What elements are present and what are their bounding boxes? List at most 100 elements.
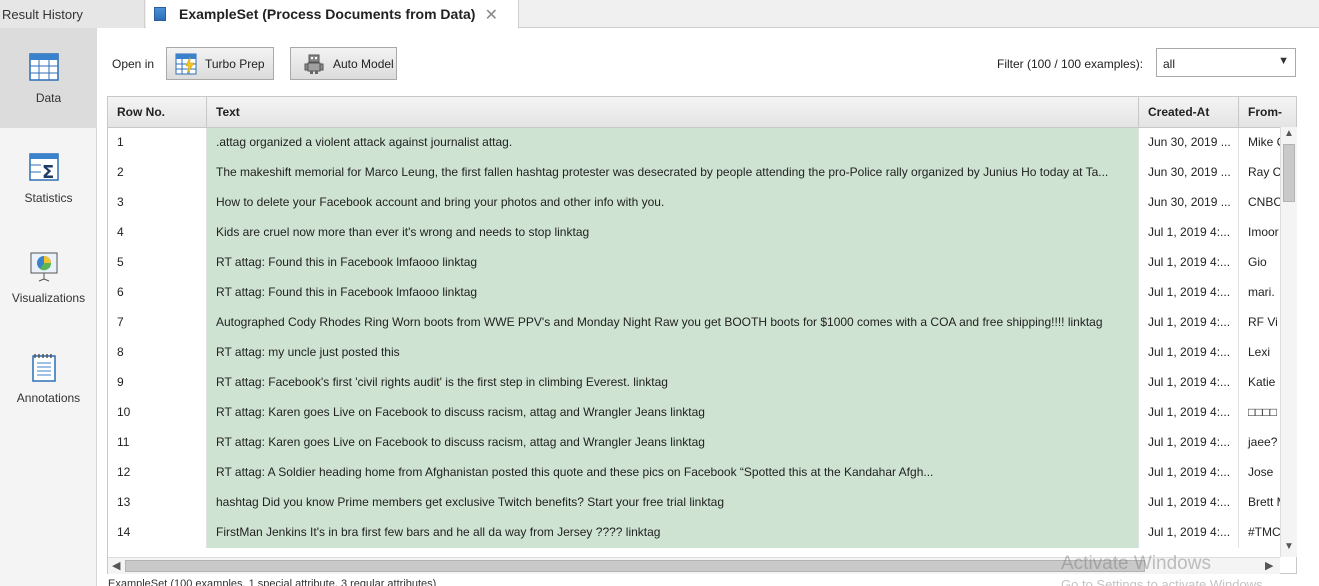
tab-result-history[interactable]: Result History: [0, 0, 145, 28]
table-row[interactable]: 10 RT attag: Karen goes Live on Facebook …: [108, 398, 1296, 428]
cell-text[interactable]: RT attag: A Soldier heading home from Af…: [207, 458, 1139, 488]
cell-text[interactable]: The makeshift memorial for Marco Leung, …: [207, 158, 1139, 188]
table-header: Row No. Text Created-At From-: [108, 97, 1296, 128]
cell-row-no[interactable]: 3: [108, 188, 207, 218]
cell-created-at[interactable]: Jun 30, 2019 ...: [1139, 188, 1239, 218]
cell-row-no[interactable]: 10: [108, 398, 207, 428]
cell-row-no[interactable]: 6: [108, 278, 207, 308]
cell-row-no[interactable]: 14: [108, 518, 207, 548]
table-row[interactable]: 6 RT attag: Found this in Facebook lmfaoo…: [108, 278, 1296, 308]
turbo-prep-button[interactable]: Turbo Prep: [166, 47, 274, 80]
column-header-created-at[interactable]: Created-At: [1139, 97, 1239, 128]
svg-text:Σ: Σ: [42, 162, 54, 182]
notepad-icon: [32, 354, 56, 382]
cell-row-no[interactable]: 8: [108, 338, 207, 368]
table-row[interactable]: 5 RT attag: Found this in Facebook lmfaoo…: [108, 248, 1296, 278]
vertical-scroll-thumb[interactable]: [1283, 144, 1295, 202]
data-table: Row No. Text Created-At From- 1 .attag or…: [107, 96, 1297, 574]
cell-created-at[interactable]: Jul 1, 2019 4:...: [1139, 248, 1239, 278]
cell-text[interactable]: RT attag: my uncle just posted this: [207, 338, 1139, 368]
cell-created-at[interactable]: Jul 1, 2019 4:...: [1139, 518, 1239, 548]
table-row[interactable]: 9 RT attag: Facebook's first 'civil right…: [108, 368, 1296, 398]
tab-result-history-label: Result History: [2, 6, 83, 22]
nav-item-data[interactable]: Data: [0, 28, 97, 128]
open-in-label: Open in: [112, 57, 155, 71]
cell-text[interactable]: How to delete your Facebook account and …: [207, 188, 1139, 218]
table-row[interactable]: 14 FirstMan Jenkins It's in bra first few…: [108, 518, 1296, 548]
cell-created-at[interactable]: Jul 1, 2019 4:...: [1139, 308, 1239, 338]
nav-label-visualizations: Visualizations: [11, 291, 86, 305]
cell-row-no[interactable]: 4: [108, 218, 207, 248]
column-header-text[interactable]: Text: [207, 97, 1139, 128]
close-icon[interactable]: ✕: [485, 5, 498, 25]
cell-created-at[interactable]: Jul 1, 2019 4:...: [1139, 338, 1239, 368]
cell-text[interactable]: hashtag Did you know Prime members get e…: [207, 488, 1139, 518]
table-row[interactable]: 3 How to delete your Facebook account and…: [108, 188, 1296, 218]
cell-text[interactable]: RT attag: Found this in Facebook lmfaooo…: [207, 278, 1139, 308]
table-row[interactable]: 1 .attag organized a violent attack again…: [108, 128, 1296, 158]
cell-row-no[interactable]: 7: [108, 308, 207, 338]
turbo-prep-label: Turbo Prep: [205, 56, 265, 71]
nav-item-annotations[interactable]: Annotations: [0, 328, 97, 428]
cell-created-at[interactable]: Jul 1, 2019 4:...: [1139, 218, 1239, 248]
cell-created-at[interactable]: Jul 1, 2019 4:...: [1139, 398, 1239, 428]
cell-created-at[interactable]: Jul 1, 2019 4:...: [1139, 278, 1239, 308]
auto-model-label: Auto Model: [333, 56, 394, 71]
column-header-from[interactable]: From-: [1239, 97, 1296, 128]
horizontal-scroll-thumb[interactable]: [125, 560, 1145, 572]
tab-exampleset[interactable]: ExampleSet (Process Documents from Data)…: [146, 0, 519, 29]
chevron-down-icon: ▼: [1278, 55, 1289, 67]
data-table-icon: [29, 53, 59, 81]
table-icon: [154, 7, 166, 21]
nav-label-data: Data: [35, 91, 62, 105]
filter-dropdown[interactable]: all ▼: [1156, 48, 1296, 77]
robot-icon: [304, 54, 324, 74]
cell-created-at[interactable]: Jul 1, 2019 4:...: [1139, 368, 1239, 398]
cell-text[interactable]: FirstMan Jenkins It's in bra first few b…: [207, 518, 1139, 548]
tab-exampleset-label: ExampleSet (Process Documents from Data): [179, 6, 476, 22]
nav-label-statistics: Statistics: [24, 191, 73, 205]
scroll-down-icon[interactable]: ▼: [1284, 541, 1294, 552]
cell-text[interactable]: RT attag: Facebook's first 'civil rights…: [207, 368, 1139, 398]
table-row[interactable]: 7 Autographed Cody Rhodes Ring Worn boots…: [108, 308, 1296, 338]
vertical-scrollbar[interactable]: ▲ ▼: [1280, 127, 1297, 557]
cell-created-at[interactable]: Jul 1, 2019 4:...: [1139, 458, 1239, 488]
table-row[interactable]: 11 RT attag: Karen goes Live on Facebook …: [108, 428, 1296, 458]
cell-text[interactable]: Kids are cruel now more than ever it's w…: [207, 218, 1139, 248]
cell-row-no[interactable]: 9: [108, 368, 207, 398]
turbo-prep-icon: [175, 53, 197, 74]
filter-label: Filter (100 / 100 examples):: [997, 57, 1144, 71]
windows-watermark-title: Activate Windows: [1061, 553, 1211, 574]
status-footer: ExampleSet (100 examples, 1 special attr…: [108, 578, 437, 586]
auto-model-button[interactable]: Auto Model: [290, 47, 397, 80]
table-row[interactable]: 8 RT attag: my uncle just posted this Jul …: [108, 338, 1296, 368]
table-row[interactable]: 12 RT attag: A Soldier heading home from …: [108, 458, 1296, 488]
cell-row-no[interactable]: 12: [108, 458, 207, 488]
cell-text[interactable]: RT attag: Karen goes Live on Facebook to…: [207, 398, 1139, 428]
cell-created-at[interactable]: Jun 30, 2019 ...: [1139, 158, 1239, 188]
scroll-up-icon[interactable]: ▲: [1284, 128, 1294, 139]
scroll-right-icon[interactable]: ▶: [1265, 559, 1273, 572]
cell-row-no[interactable]: 2: [108, 158, 207, 188]
cell-text[interactable]: .attag organized a violent attack agains…: [207, 128, 1139, 158]
pie-chart-icon: [30, 252, 58, 282]
table-row[interactable]: 13 hashtag Did you know Prime members get…: [108, 488, 1296, 518]
tab-bar: Result History ExampleSet (Process Docum…: [0, 0, 1319, 29]
scroll-left-icon[interactable]: ◀: [112, 559, 120, 572]
windows-watermark-subtitle: Go to Settings to activate Windows.: [1061, 577, 1267, 586]
cell-created-at[interactable]: Jun 30, 2019 ...: [1139, 128, 1239, 158]
table-row[interactable]: 2 The makeshift memorial for Marco Leung,…: [108, 158, 1296, 188]
cell-row-no[interactable]: 5: [108, 248, 207, 278]
nav-item-visualizations[interactable]: Visualizations: [0, 228, 97, 328]
cell-row-no[interactable]: 1: [108, 128, 207, 158]
cell-created-at[interactable]: Jul 1, 2019 4:...: [1139, 428, 1239, 458]
cell-text[interactable]: RT attag: Karen goes Live on Facebook to…: [207, 428, 1139, 458]
table-row[interactable]: 4 Kids are cruel now more than ever it's …: [108, 218, 1296, 248]
cell-row-no[interactable]: 11: [108, 428, 207, 458]
cell-row-no[interactable]: 13: [108, 488, 207, 518]
column-header-row-no[interactable]: Row No.: [108, 97, 207, 128]
cell-text[interactable]: Autographed Cody Rhodes Ring Worn boots …: [207, 308, 1139, 338]
nav-item-statistics[interactable]: Σ Statistics: [0, 128, 97, 228]
cell-created-at[interactable]: Jul 1, 2019 4:...: [1139, 488, 1239, 518]
cell-text[interactable]: RT attag: Found this in Facebook lmfaooo…: [207, 248, 1139, 278]
